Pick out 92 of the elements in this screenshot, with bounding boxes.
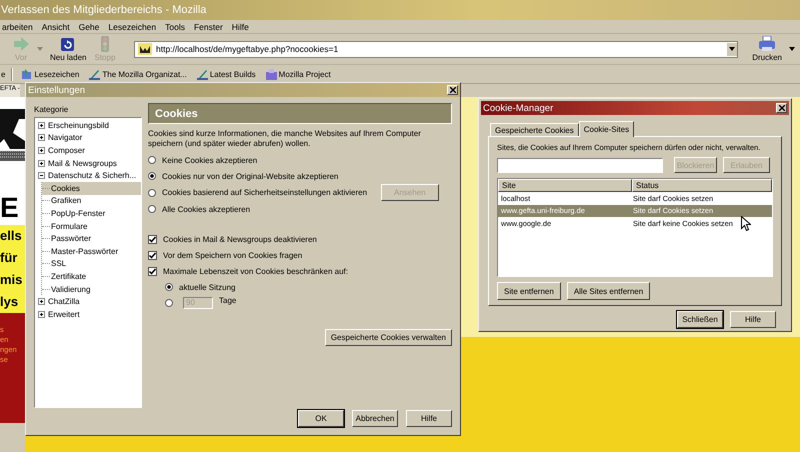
radio-button[interactable] (165, 283, 173, 291)
unit-label: Tage (219, 296, 236, 305)
bookmark-button[interactable]: Lesezeichen (19, 68, 82, 80)
panel-title: Cookies (155, 108, 198, 120)
tree-item[interactable]: ChatZilla (47, 297, 81, 306)
tree-item[interactable]: Mail & Newsgroups (47, 158, 118, 168)
caret-icon (729, 47, 736, 51)
remove-button[interactable]: Site entfernen (497, 282, 561, 300)
tree-item[interactable]: Erscheinungsbild (47, 120, 110, 130)
book-icon (21, 68, 32, 80)
banner-text: lys (0, 293, 18, 311)
tree-item[interactable]: Datenschutz & Sicherh... (47, 171, 138, 180)
site-icon (138, 43, 152, 55)
description-text: Cookies sind kurze Informationen, die manche Websites auf Ihrem Computer speichern (und später wieder abrufen) wollen. (148, 129, 422, 149)
bookmark-icon (89, 68, 100, 80)
tree-item[interactable]: Navigator (47, 133, 84, 142)
dialog-button[interactable]: Hilfe (730, 311, 776, 328)
menu-item[interactable]: Ansicht (38, 22, 74, 32)
printer-icon (758, 36, 776, 52)
checkbox[interactable] (148, 266, 157, 276)
close-button[interactable] (776, 103, 787, 113)
collapse-icon[interactable] (38, 172, 45, 180)
tree-item[interactable]: Zertifikate (50, 272, 88, 281)
dialog-title: Einstellungen (28, 84, 86, 96)
bookmark-button[interactable]: Mozilla Project (264, 68, 333, 80)
tree-item[interactable]: PopUp-Fenster (50, 208, 106, 218)
expand-icon[interactable] (38, 122, 45, 129)
address-field[interactable]: http://localhost/de/mygeftabye.php?nocookies=1 (134, 40, 738, 58)
heading-text: E (0, 191, 19, 225)
radio-button[interactable] (148, 188, 156, 196)
manage-cookies-button[interactable]: Gespeicherte Cookies verwalten (324, 329, 452, 346)
toolbar-button[interactable]: Neu laden (46, 36, 90, 62)
tree-item[interactable]: Erweitert (47, 310, 81, 319)
banner-text: mis (0, 271, 22, 289)
checkbox[interactable] (148, 234, 157, 244)
radio-button[interactable] (148, 205, 156, 213)
radio-button[interactable] (148, 156, 156, 164)
bookmark-label[interactable]: e (1, 70, 6, 78)
window-title: Verlassen des Mitgliederbereichs - Mozilla (1, 4, 206, 16)
remove-button[interactable]: Alle Sites entfernen (566, 282, 650, 300)
menu-item[interactable]: arbeiten (0, 22, 37, 32)
site-input-field[interactable] (497, 158, 663, 172)
address-text: http://localhost/de/mygeftabye.php?nocookies=1 (156, 44, 340, 54)
tree-item[interactable]: Master-Passwörter (50, 246, 120, 256)
expand-icon[interactable] (38, 310, 45, 318)
option-label: aktuelle Sitzung (179, 282, 236, 292)
banner-text: ells (0, 227, 22, 245)
option-label: Keine Cookies akzeptieren (162, 156, 258, 164)
dialog-button[interactable]: Abbrechen (352, 410, 398, 427)
column-header[interactable]: Site (498, 179, 632, 192)
bookmark-button[interactable]: The Mozilla Organizat... (87, 68, 189, 80)
expand-icon[interactable] (38, 160, 45, 167)
tree-item[interactable]: Passwörter (50, 234, 92, 244)
tab[interactable]: Gespeicherte Cookies (490, 123, 579, 136)
option-label: Alle Cookies akzeptieren (162, 204, 250, 214)
dropdown-button[interactable] (726, 42, 738, 56)
expand-icon[interactable] (38, 146, 45, 154)
tab[interactable]: Cookie-Sites (578, 121, 634, 137)
dialog-button[interactable]: Hilfe (406, 410, 452, 427)
tree-item[interactable]: Formulare (50, 222, 88, 231)
dialog-title: Cookie-Manager (483, 102, 554, 114)
checkbox[interactable] (148, 250, 157, 260)
expand-icon[interactable] (38, 134, 45, 142)
option-label: Cookies nur von der Original-Website akzeptieren (162, 172, 338, 180)
banner-text: für (0, 249, 18, 267)
expand-icon[interactable] (38, 298, 45, 306)
option-label: Vor dem Speichern von Cookies fragen (163, 250, 302, 260)
tree-item[interactable]: Validierung (50, 284, 92, 294)
arrow-icon (12, 36, 30, 52)
folder-icon (266, 68, 277, 80)
cursor-icon (741, 216, 751, 231)
menu-item[interactable]: Tools (161, 22, 189, 32)
category-label: Kategorie (34, 105, 70, 114)
option-label: Cookies in Mail & Newsgroups deaktivieren (163, 234, 317, 244)
column-header[interactable]: Status (632, 179, 772, 192)
menu-item[interactable]: Gehe (74, 22, 104, 32)
bookmark-button[interactable]: Latest Builds (194, 68, 258, 80)
menu-item[interactable]: Lesezeichen (104, 22, 160, 32)
close-button[interactable] (447, 85, 458, 95)
tree-item[interactable]: Grafiken (50, 196, 82, 206)
menu-item[interactable]: Fenster (190, 22, 227, 32)
dialog-button[interactable]: OK (298, 410, 344, 427)
option-label: Cookies basierend auf Sicherheitseinstellungen aktivieren (162, 188, 368, 197)
radio-button[interactable] (148, 172, 156, 180)
bookmark-icon (196, 68, 208, 80)
tree-item[interactable]: SSL (50, 259, 68, 268)
caret-icon[interactable] (789, 47, 795, 51)
dialog-button[interactable]: Schließen (677, 311, 723, 328)
option-label: Maximale Lebenszeit von Cookies beschränken auf: (163, 266, 348, 276)
tree-item[interactable]: Composer (47, 146, 86, 155)
menu-item[interactable]: Hilfe (228, 22, 253, 32)
print-button[interactable]: Drucken (748, 36, 786, 62)
